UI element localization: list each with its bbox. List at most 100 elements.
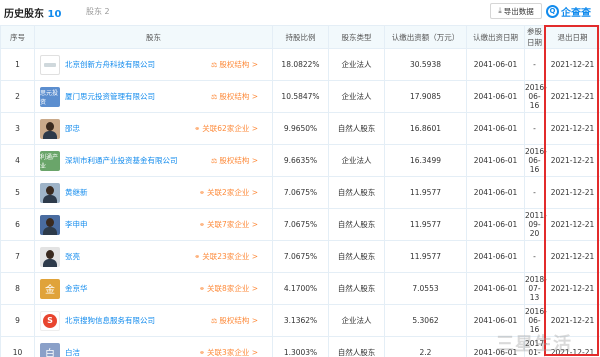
exit-date: 2021-12-21: [544, 240, 600, 273]
holder-name-link[interactable]: 李申申: [65, 219, 88, 230]
holder-name-link[interactable]: 厦门思元投资管理有限公司: [65, 91, 155, 102]
link-label: 股权结构 >: [219, 156, 258, 165]
share-ratio: 7.0675%: [272, 176, 329, 209]
holder-cell: 北京创新方舟科技有限公司 ⚖ 股权结构 >: [34, 48, 273, 81]
exit-date: 2021-12-21: [544, 80, 600, 113]
person-photo-body: [43, 226, 57, 235]
avatar[interactable]: S: [40, 310, 60, 331]
holder-cell: 金金京华 ⚭ 关联8家企业 >: [34, 272, 273, 305]
section-title[interactable]: 历史股东 10: [4, 5, 61, 20]
table-row: 3 邵忠 ⚭ 关联62家企业 >9.9650% 自然人股东 16.8601 2041-06-…: [0, 112, 600, 145]
section-title-label: 历史股东: [4, 9, 44, 20]
exit-date: 2021-12-21: [544, 112, 600, 145]
subscribed-date: 2041-06-01: [466, 144, 525, 177]
holder-name-link[interactable]: 北京创新方舟科技有限公司: [65, 59, 155, 70]
holder-name-link[interactable]: 张亮: [65, 251, 80, 262]
holder-name-link[interactable]: 金京华: [65, 283, 88, 294]
related-companies-link[interactable]: ⚭ 关联62家企业 >: [194, 123, 272, 134]
org-chart-icon: ⚖: [211, 316, 218, 325]
exit-date: 2021-12-21: [544, 208, 600, 241]
share-ratio: 7.0675%: [272, 208, 329, 241]
related-companies-link[interactable]: ⚭ 关联7家企业 >: [199, 219, 272, 230]
avatar[interactable]: 利通产业: [40, 150, 60, 171]
holder-wrap: 李申申 ⚭ 关联7家企业 >: [35, 209, 272, 240]
join-date: -: [524, 112, 545, 145]
holder-wrap: S 北京搜狗信息服务有限公司 ⚖ 股权结构 >: [35, 305, 272, 336]
link-label: 关联2家企业 >: [207, 188, 258, 197]
row-index: 10: [0, 336, 35, 357]
subscribed-amount: 16.3499: [384, 144, 467, 177]
link-icon: ⚭: [194, 252, 201, 261]
export-button[interactable]: ⤓ 导出数据: [490, 3, 542, 19]
join-date: -: [524, 240, 545, 273]
related-companies-link[interactable]: ⚭ 关联8家企业 >: [199, 283, 272, 294]
share-ratio: 10.5847%: [272, 80, 329, 113]
equity-structure-link[interactable]: ⚖ 股权结构 >: [211, 91, 272, 102]
table-row: 8 金金京华 ⚭ 关联8家企业 >4.1700% 自然人股东 7.0553 2041-06-…: [0, 272, 600, 305]
share-ratio: 4.1700%: [272, 272, 329, 305]
holder-wrap: 黄继新 ⚭ 关联2家企业 >: [35, 177, 272, 208]
avatar[interactable]: [40, 182, 60, 203]
subscribed-amount: 16.8601: [384, 112, 467, 145]
avatar[interactable]: 白: [40, 342, 60, 357]
holder-wrap: 白白洁 ⚭ 关联3家企业 >: [35, 337, 272, 357]
related-companies-link[interactable]: ⚭ 关联2家企业 >: [199, 187, 272, 198]
person-photo-head: [46, 185, 54, 195]
avatar[interactable]: [40, 54, 60, 75]
holder-name-link[interactable]: 深圳市利通产业投资基金有限公司: [65, 155, 178, 166]
tab-shareholders[interactable]: 股东 2: [86, 6, 110, 17]
avatar[interactable]: [40, 118, 60, 139]
subscribed-amount: 11.9577: [384, 240, 467, 273]
section-header: 历史股东 10 股东 2 ⤓ 导出数据 Q 企查查: [0, 0, 600, 22]
join-date: 2016-06-16: [524, 144, 547, 177]
brand-name: 企查查: [561, 7, 591, 19]
avatar[interactable]: [40, 214, 60, 235]
link-label: 股权结构 >: [219, 316, 258, 325]
exit-date: 2021-12-21: [544, 272, 600, 305]
subscribed-date: 2041-06-01: [466, 304, 525, 337]
holder-name-link[interactable]: 黄继新: [65, 187, 88, 198]
subscribed-amount: 11.9577: [384, 208, 467, 241]
row-index: 2: [0, 80, 35, 113]
holder-type: 企业法人: [328, 48, 385, 81]
holder-name-link[interactable]: 北京搜狗信息服务有限公司: [65, 315, 155, 326]
subscribed-date: 2041-06-01: [466, 208, 525, 241]
subscribed-date: 2041-06-01: [466, 176, 525, 209]
equity-structure-link[interactable]: ⚖ 股权结构 >: [211, 59, 272, 70]
holder-type: 自然人股东: [328, 208, 385, 241]
avatar[interactable]: 思元投资: [40, 86, 60, 107]
join-date: 2016-06-16: [524, 304, 547, 337]
related-companies-link[interactable]: ⚭ 关联23家企业 >: [194, 251, 272, 262]
col-header-exit-date: 退出日期: [544, 25, 600, 49]
holder-cell: 李申申 ⚭ 关联7家企业 >: [34, 208, 273, 241]
holder-cell: S 北京搜狗信息服务有限公司 ⚖ 股权结构 >: [34, 304, 273, 337]
link-label: 股权结构 >: [219, 60, 258, 69]
related-companies-link[interactable]: ⚭ 关联3家企业 >: [199, 347, 272, 357]
subscribed-amount: 30.5938: [384, 48, 467, 81]
holder-cell: 白白洁 ⚭ 关联3家企业 >: [34, 336, 273, 357]
avatar[interactable]: 金: [40, 278, 60, 299]
row-index: 5: [0, 176, 35, 209]
equity-structure-link[interactable]: ⚖ 股权结构 >: [211, 155, 272, 166]
download-icon: ⤓: [498, 6, 502, 15]
col-header-amount: 认缴出资额（万元）: [384, 25, 467, 49]
table-row: 7 张亮 ⚭ 关联23家企业 >7.0675% 自然人股东 11.9577 2041-06-…: [0, 240, 600, 273]
row-index: 3: [0, 112, 35, 145]
sogou-logo-icon: S: [43, 313, 57, 328]
holder-cell: 利通产业 深圳市利通产业投资基金有限公司 ⚖ 股权结构 >: [34, 144, 273, 177]
table-header-row: 序号 股东 持股比例 股东类型 认缴出资额（万元） 认缴出资日期 参股日期 退出…: [0, 25, 600, 49]
subscribed-amount: 2.2: [384, 336, 467, 357]
holder-name-link[interactable]: 白洁: [65, 347, 80, 357]
avatar[interactable]: [40, 246, 60, 267]
equity-structure-link[interactable]: ⚖ 股权结构 >: [211, 315, 272, 326]
org-chart-icon: ⚖: [211, 156, 218, 165]
person-photo-body: [43, 130, 57, 139]
row-index: 9: [0, 304, 35, 337]
join-date: -: [524, 48, 545, 81]
holder-name-link[interactable]: 邵忠: [65, 123, 80, 134]
holder-type: 自然人股东: [328, 272, 385, 305]
col-header-pay-date: 认缴出资日期: [466, 25, 525, 49]
holder-cell: 黄继新 ⚭ 关联2家企业 >: [34, 176, 273, 209]
person-photo-head: [46, 217, 54, 227]
org-chart-icon: ⚖: [211, 60, 218, 69]
